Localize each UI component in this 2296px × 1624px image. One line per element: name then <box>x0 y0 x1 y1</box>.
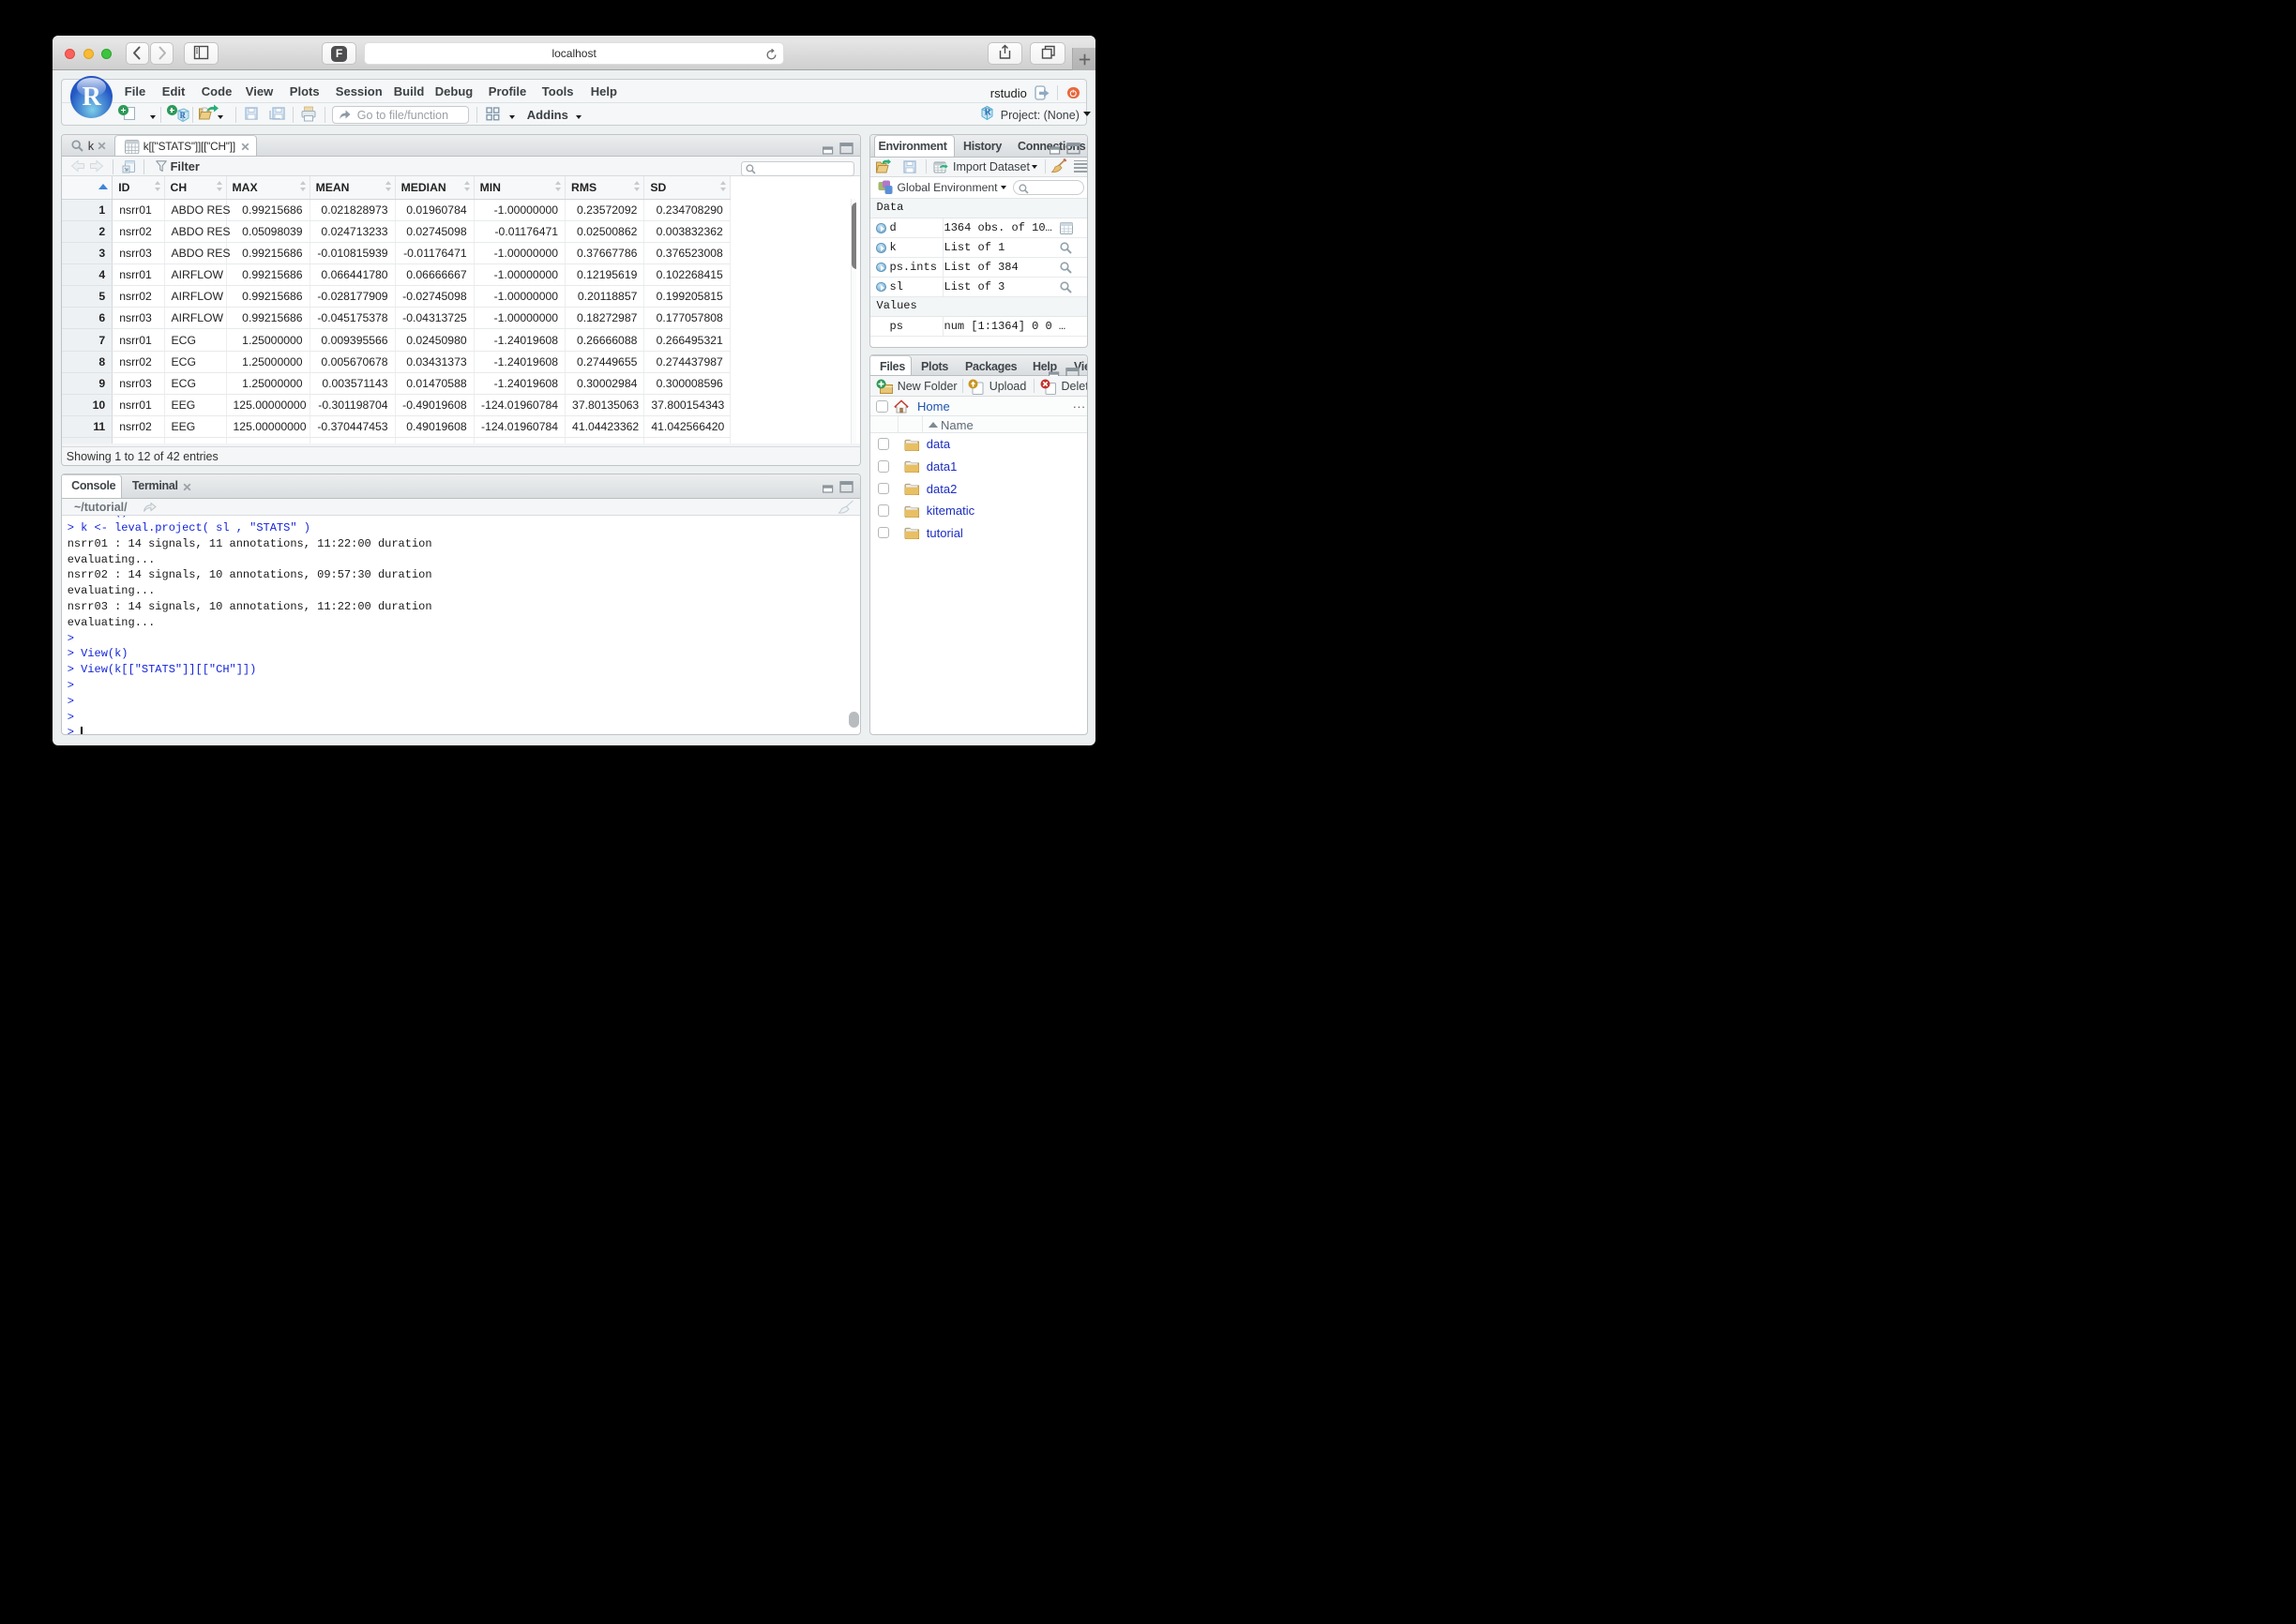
svg-text:R: R <box>179 111 186 120</box>
svg-text:R: R <box>985 108 992 118</box>
